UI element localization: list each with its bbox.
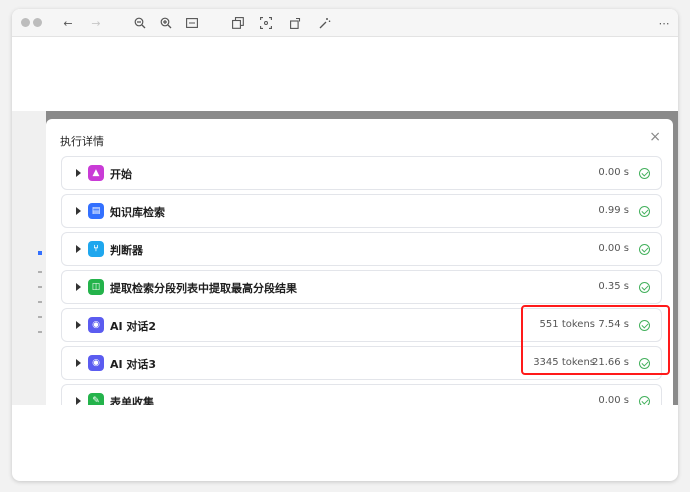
success-check-icon <box>639 206 650 217</box>
node-label: 表单收集 <box>110 396 154 405</box>
zoom-out-icon[interactable] <box>132 15 148 31</box>
ai-chat-icon: ◉ <box>88 355 104 371</box>
copy-icon[interactable] <box>230 15 246 31</box>
workflow-node-row[interactable]: ▤ 知识库检索 0.99 s <box>61 194 662 228</box>
node-label: 判断器 <box>110 244 143 257</box>
close-icon[interactable]: × <box>649 129 661 145</box>
success-check-icon <box>639 168 650 179</box>
expand-caret-icon[interactable] <box>76 207 81 215</box>
zoom-in-icon[interactable] <box>158 15 174 31</box>
window-minimize-button[interactable] <box>33 18 42 27</box>
form-collect-icon: ✎ <box>88 393 104 405</box>
workflow-node-row[interactable]: ▲ 开始 0.00 s <box>61 156 662 190</box>
expand-caret-icon[interactable] <box>76 169 81 177</box>
node-label: AI 对话2 <box>110 320 157 333</box>
extract-node-icon: ◫ <box>88 279 104 295</box>
node-label: 知识库检索 <box>110 206 165 219</box>
knowledge-search-icon: ▤ <box>88 203 104 219</box>
app-window: ← → ⋯ 执行详情 × ▲ 开始 0.00 s ▤ 知识库检索 0.99 s … <box>12 9 678 481</box>
node-duration: 0.00 s <box>598 395 629 405</box>
fit-screen-icon[interactable] <box>184 15 200 31</box>
node-label: 提取检索分段列表中提取最高分段结果 <box>110 282 297 295</box>
window-close-button[interactable] <box>21 18 30 27</box>
magic-wand-icon[interactable] <box>317 15 333 31</box>
forward-arrow-icon[interactable]: → <box>88 15 104 31</box>
node-label: 开始 <box>110 168 132 181</box>
background-page-edge <box>12 111 46 405</box>
success-check-icon <box>639 396 650 405</box>
workflow-node-row[interactable]: ⑂ 判断器 0.00 s <box>61 232 662 266</box>
workflow-node-row[interactable]: ◫ 提取检索分段列表中提取最高分段结果 0.35 s <box>61 270 662 304</box>
success-check-icon <box>639 282 650 293</box>
expand-caret-icon[interactable] <box>76 245 81 253</box>
expand-caret-icon[interactable] <box>76 321 81 329</box>
node-label: AI 对话3 <box>110 358 157 371</box>
success-check-icon <box>639 244 650 255</box>
back-arrow-icon[interactable]: ← <box>60 15 76 31</box>
expand-caret-icon[interactable] <box>76 397 81 405</box>
more-icon[interactable]: ⋯ <box>656 15 672 31</box>
node-duration: 0.00 s <box>598 243 629 254</box>
node-duration: 0.35 s <box>598 281 629 292</box>
screenshot-area-icon[interactable] <box>258 15 274 31</box>
node-duration: 0.99 s <box>598 205 629 216</box>
dialog-title: 执行详情 <box>60 135 104 148</box>
ai-chat-icon: ◉ <box>88 317 104 333</box>
start-node-icon: ▲ <box>88 165 104 181</box>
workflow-node-row[interactable]: ✎ 表单收集 0.00 s <box>61 384 662 405</box>
expand-caret-icon[interactable] <box>76 283 81 291</box>
node-duration: 0.00 s <box>598 167 629 178</box>
rotate-icon[interactable] <box>288 15 304 31</box>
condition-branch-icon: ⑂ <box>88 241 104 257</box>
annotation-highlight-box <box>521 305 670 375</box>
viewer-toolbar: ← → ⋯ <box>12 9 678 37</box>
expand-caret-icon[interactable] <box>76 359 81 367</box>
